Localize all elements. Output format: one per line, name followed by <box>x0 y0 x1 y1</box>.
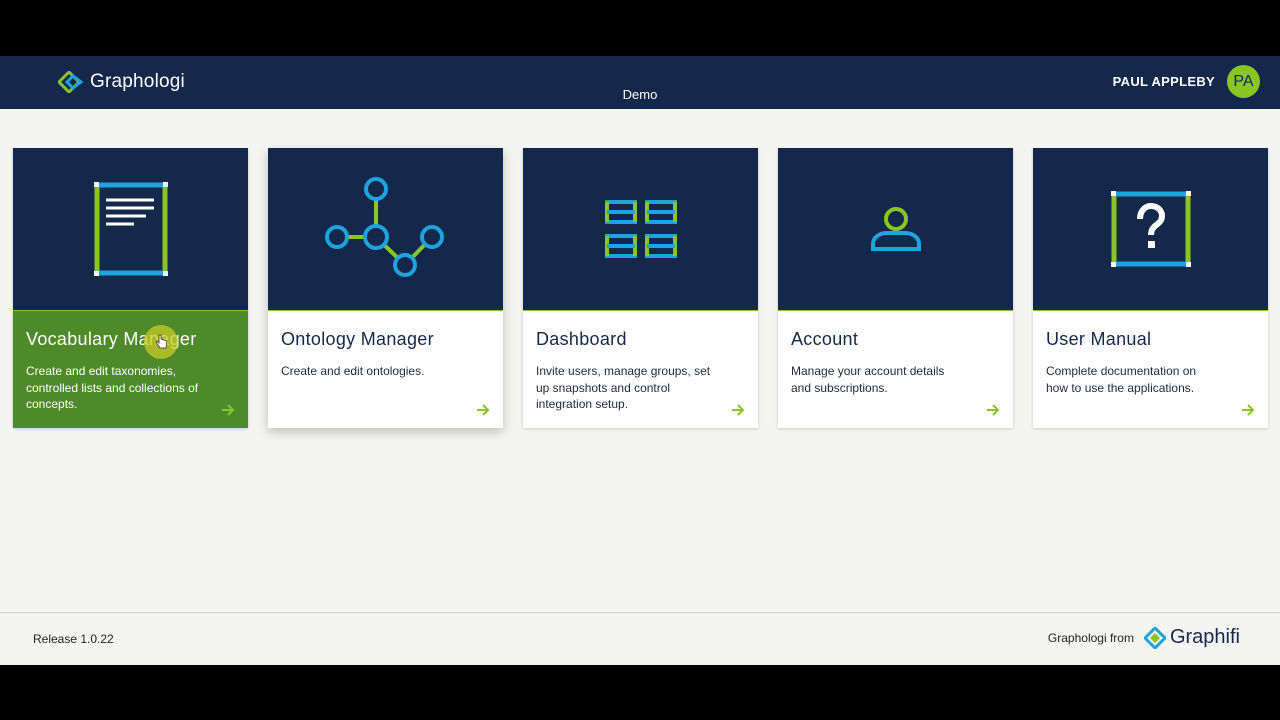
from-label: Graphologi from <box>1047 630 1134 645</box>
card-body: Account Manage your account details and … <box>778 310 1013 428</box>
footer: Release 1.0.22 Graphologi from Graphifi <box>0 612 1280 665</box>
card-description: Invite users, manage groups, set up snap… <box>536 364 711 411</box>
avatar[interactable]: PA <box>1227 65 1260 98</box>
card-icon-area <box>778 148 1013 310</box>
card-body: Vocabulary Manager Create and edit taxon… <box>13 310 248 428</box>
card-title: Dashboard <box>536 329 627 349</box>
card-title: User Manual <box>1046 329 1152 349</box>
card-user-manual[interactable]: User Manual Complete documentation on ho… <box>1033 148 1268 428</box>
user-name[interactable]: PAUL APPLEBY <box>1113 74 1215 89</box>
question-icon <box>1110 191 1191 267</box>
card-body: User Manual Complete documentation on ho… <box>1033 310 1268 428</box>
arrow-right-icon[interactable] <box>730 402 746 418</box>
card-description: Create and edit ontologies. <box>281 364 425 378</box>
user-menu[interactable]: PAUL APPLEBY PA <box>1113 65 1260 98</box>
arrow-right-icon[interactable] <box>475 402 491 418</box>
card-ontology-manager[interactable]: Ontology Manager Create and edit ontolog… <box>268 148 503 428</box>
graph-nodes-icon <box>324 177 444 277</box>
arrow-right-icon[interactable] <box>220 402 236 418</box>
card-description: Manage your account details and subscrip… <box>791 364 945 395</box>
arrow-right-icon[interactable] <box>985 402 1001 418</box>
top-bar: Graphologi Demo PAUL APPLEBY PA <box>0 56 1280 109</box>
brand-name[interactable]: Graphifi <box>1170 626 1240 649</box>
card-description: Complete documentation on how to use the… <box>1046 364 1197 395</box>
card-icon-area <box>523 148 758 310</box>
card-icon-area <box>13 148 248 310</box>
release-version: Release 1.0.22 <box>33 632 114 646</box>
card-account[interactable]: Account Manage your account details and … <box>778 148 1013 428</box>
mouse-cursor <box>144 325 178 359</box>
user-icon <box>870 207 921 251</box>
arrow-right-icon[interactable] <box>1240 402 1256 418</box>
card-title: Ontology Manager <box>281 329 434 349</box>
graphifi-logo-icon <box>1143 626 1166 649</box>
app-cards: Vocabulary Manager Create and edit taxon… <box>13 148 1280 428</box>
card-body: Ontology Manager Create and edit ontolog… <box>268 310 503 428</box>
card-icon-area <box>1033 148 1268 310</box>
powered-by: Graphologi from Graphifi <box>1048 626 1240 649</box>
grid-icon <box>604 200 677 258</box>
card-vocabulary-manager[interactable]: Vocabulary Manager Create and edit taxon… <box>13 148 248 428</box>
pointer-hand-icon <box>156 334 168 349</box>
card-body: Dashboard Invite users, manage groups, s… <box>523 310 758 428</box>
card-description: Create and edit taxonomies, controlled l… <box>26 364 199 411</box>
document-icon <box>93 182 168 276</box>
card-icon-area <box>268 148 503 310</box>
card-dashboard[interactable]: Dashboard Invite users, manage groups, s… <box>523 148 758 428</box>
environment-label: Demo <box>622 87 658 102</box>
card-title: Account <box>791 329 859 349</box>
app-window: Graphologi Demo PAUL APPLEBY PA Vocabula… <box>0 56 1280 665</box>
